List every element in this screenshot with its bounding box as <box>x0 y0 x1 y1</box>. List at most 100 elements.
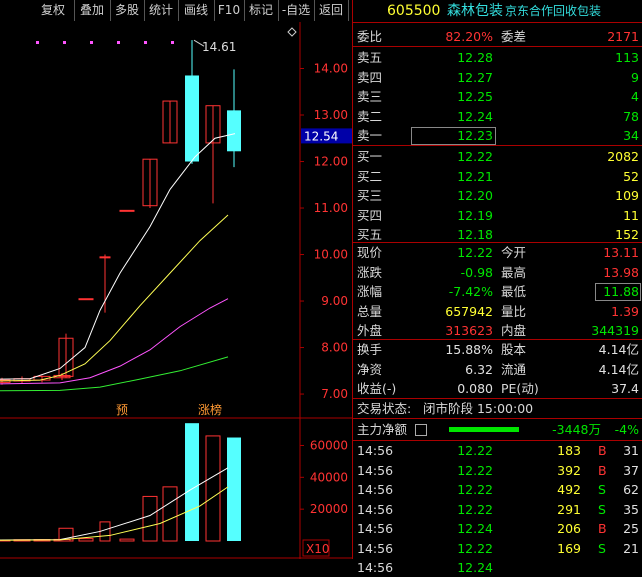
section-separator <box>353 418 642 419</box>
candle-body <box>185 75 199 162</box>
tick-volume: 291 <box>557 501 581 517</box>
stat-row-3-value2: 1.39 <box>611 303 639 319</box>
main-flow-row: 主力净额 -3448万 -4% <box>353 420 642 439</box>
stat-row-0-label2: 今开 <box>501 245 527 260</box>
ask-label: 卖二 <box>357 108 383 124</box>
stat-row-0-value2: 13.11 <box>603 245 639 260</box>
tag-limit-up: 涨榜 <box>198 402 222 417</box>
volume-unit-label: X10 <box>306 542 330 556</box>
list-icon <box>415 424 427 436</box>
bid-row-3: 买四 12.19 11 <box>353 206 642 225</box>
quote-panel: 605500 森林包装 京东合作回收包装 委比 82.20% 委差 2171 卖五 12.… <box>352 0 642 575</box>
stat-row-1-label2: 最高 <box>501 264 527 280</box>
marker-dot <box>36 41 39 44</box>
stat2-row-1: 净资 6.32 流通 4.14亿 <box>353 360 642 379</box>
tick-volume: 183 <box>557 443 581 458</box>
tick-count: 62 <box>623 482 639 497</box>
marker-dot <box>144 41 147 44</box>
price-tick-label: 9.00 <box>321 294 348 308</box>
ask-row-0: 卖五 12.28 113 <box>353 48 642 67</box>
tick-row-2: 14:56 12.22 492 S 62 <box>353 480 642 499</box>
toolbar-button-8[interactable]: 返回 <box>314 0 349 21</box>
price-tick-label: 12.00 <box>314 155 348 169</box>
weibi-row: 委比 82.20% 委差 2171 <box>353 27 642 46</box>
ask-price: 12.27 <box>457 69 493 85</box>
ask-label: 卖三 <box>357 89 383 104</box>
stat2-row-2-label2: PE(动) <box>501 381 539 396</box>
trade-status-row: 交易状态: 闭市阶段 15:00:00 <box>353 399 642 418</box>
toolbar-button-6[interactable]: 标记 <box>244 0 279 21</box>
tick-price: 12.22 <box>457 501 493 517</box>
main-flow-bar <box>449 427 519 432</box>
ask-label: 卖四 <box>357 69 383 85</box>
ask-volume: 78 <box>623 108 639 124</box>
tick-side: S <box>598 482 606 497</box>
toolbar-button-1[interactable]: 叠加 <box>74 0 111 21</box>
ma5-line <box>0 133 236 380</box>
ma20-line <box>0 298 229 385</box>
volume-bar <box>162 486 178 542</box>
toolbar-button-0[interactable]: 复权 <box>32 0 75 21</box>
tag-pre: 预 <box>116 403 128 417</box>
toolbar-button-2[interactable]: 多股 <box>110 0 145 21</box>
bid-volume: 52 <box>623 168 639 184</box>
stat2-row-2: 收益(-) 0.080 PE(动) 37.4 <box>353 379 642 398</box>
toolbar-button-7[interactable]: -自选 <box>278 0 315 21</box>
volume-bar <box>227 437 241 541</box>
bid-volume: 2082 <box>607 149 639 164</box>
ask-volume: 113 <box>615 50 639 65</box>
diamond-icon <box>287 27 297 37</box>
bid-label: 买四 <box>357 207 383 223</box>
ask-price: 12.28 <box>457 50 493 65</box>
price-tick-label: 13.00 <box>314 108 348 122</box>
tick-time: 14:56 <box>357 501 394 517</box>
bid-row-0: 买一 12.22 2082 <box>353 147 642 166</box>
stat-row-1-label1: 涨跌 <box>357 264 383 280</box>
volume-bar <box>78 538 94 542</box>
trade-status-label: 交易状态: <box>357 401 412 416</box>
ma60-line <box>0 356 229 392</box>
tick-volume: 392 <box>557 462 581 478</box>
volume-bar <box>185 423 199 541</box>
bid-price: 12.19 <box>457 207 493 223</box>
ask-price: 12.23 <box>457 128 493 143</box>
stat2-row-1-label2: 流通 <box>501 361 527 377</box>
ask-volume: 9 <box>631 69 639 85</box>
tick-price: 12.24 <box>457 521 493 536</box>
bid-volume: 109 <box>615 188 639 203</box>
marker-dot <box>63 41 66 44</box>
ask-row-3: 卖二 12.24 78 <box>353 107 642 126</box>
stat2-row-0: 换手 15.88% 股本 4.14亿 <box>353 340 642 359</box>
stat-row-3-label2: 量比 <box>501 303 527 319</box>
trade-status-value: 闭市阶段 15:00:00 <box>423 401 534 416</box>
tick-row-3: 14:56 12.22 291 S 35 <box>353 500 642 519</box>
tick-side: B <box>598 521 607 536</box>
ask-row-1: 卖四 12.27 9 <box>353 68 642 87</box>
stock-code: 605500 <box>387 3 441 19</box>
bid-price: 12.21 <box>457 168 493 184</box>
toolbar-button-3[interactable]: 统计 <box>144 0 179 21</box>
tick-count: 25 <box>623 521 639 536</box>
toolbar-button-4[interactable]: 画线 <box>178 0 215 21</box>
bid-row-2: 买三 12.20 109 <box>353 186 642 205</box>
kline-chart[interactable]: 14.00 13.00 12.00 11.00 10.00 9.00 8.00 7.00 600… <box>0 22 352 559</box>
price-tick-label: 10.00 <box>314 248 348 262</box>
stat-row-3-label1: 总量 <box>357 303 383 319</box>
stat-row-2-label1: 涨幅 <box>357 284 383 299</box>
price-tick-label: 14.00 <box>314 62 348 76</box>
bid-row-1: 买二 12.21 52 <box>353 167 642 186</box>
stat-row-4-value1: 313623 <box>445 323 493 338</box>
stat-row-0-value1: 12.22 <box>457 245 493 260</box>
stat-row-1-value2: 13.98 <box>603 264 639 280</box>
toolbar-button-5[interactable]: F10 <box>214 0 245 21</box>
tick-price: 12.22 <box>457 540 493 556</box>
stat-row-4: 外盘 313623 内盘 344319 <box>353 321 642 340</box>
weibi-row-value2: 2171 <box>607 29 639 44</box>
ask-row-4: 卖一 12.23 34 <box>353 126 642 145</box>
volume-tick-label: 40000 <box>310 470 348 484</box>
stat2-row-0-value2: 4.14亿 <box>598 342 639 357</box>
stock-note: 京东合作回收包装 <box>505 4 602 18</box>
stat2-row-2-value2: 37.4 <box>611 381 639 396</box>
kline-chart-area[interactable]: 14.00 13.00 12.00 11.00 10.00 9.00 8.00 7.00 600… <box>0 22 352 559</box>
high-annotation-label: 14.61 <box>202 40 236 54</box>
